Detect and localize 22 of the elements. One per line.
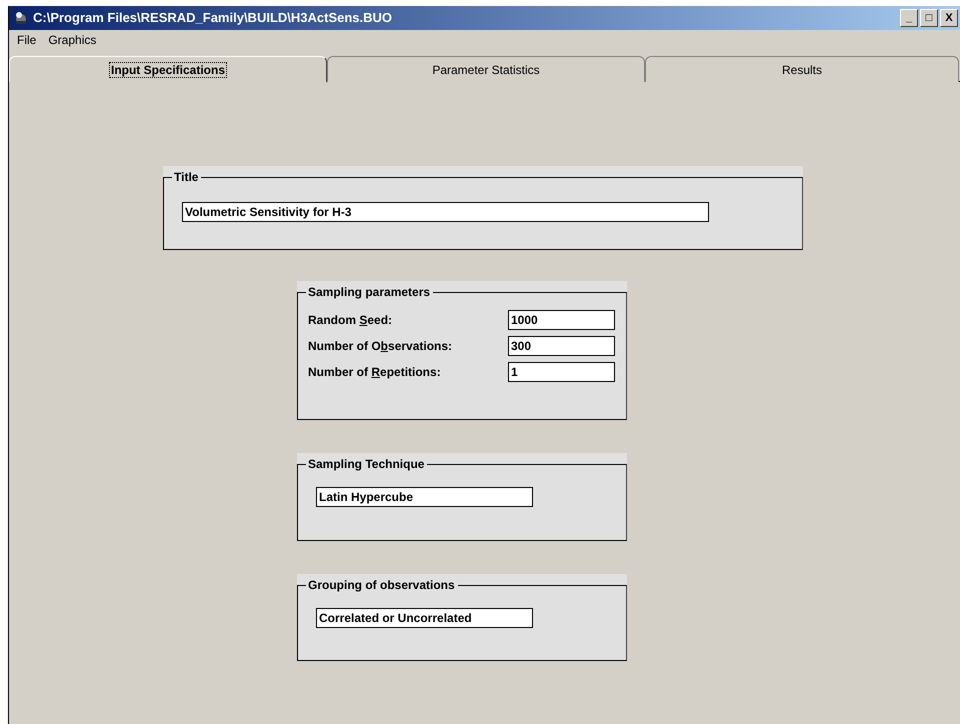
window-title: C:\Program Files\RESRAD_Family\BUILD\H3ActSens.BUO [33,9,392,28]
field-label: Number of Observations: [308,338,454,355]
app-icon [13,10,29,26]
group-label: Sampling Technique [306,456,428,472]
text-field[interactable]: Correlated or Uncorrelated [316,608,533,628]
text-field[interactable]: 1000 [508,310,615,330]
group-label: Sampling parameters [306,284,434,300]
text-field[interactable]: Volumetric Sensitivity for H-3 [182,202,709,222]
maximize-button[interactable]: □ [920,9,938,27]
minimize-button[interactable]: _ [900,9,918,27]
field-label: Number of Repetitions: [308,364,442,381]
tab[interactable]: Results [645,56,959,82]
tab[interactable]: Input Specifications [9,56,327,83]
text-field[interactable]: 1 [508,362,615,382]
group-label: Grouping of observations [306,577,458,593]
menu-item[interactable]: File [11,31,42,49]
text-field[interactable]: Latin Hypercube [316,487,533,507]
close-button[interactable]: X [940,9,958,27]
menu-item[interactable]: Graphics [42,31,102,49]
tab[interactable]: Parameter Statistics [327,56,645,82]
field-label: Random Seed: [308,312,394,329]
text-field[interactable]: 300 [508,336,615,356]
